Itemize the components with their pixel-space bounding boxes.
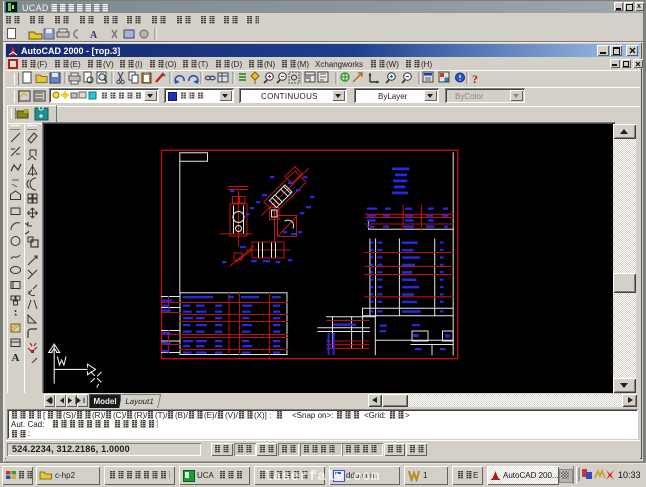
svg-text:A: A (90, 30, 98, 41)
svg-text:A: A (12, 352, 20, 363)
svg-text:?: ? (472, 72, 478, 86)
